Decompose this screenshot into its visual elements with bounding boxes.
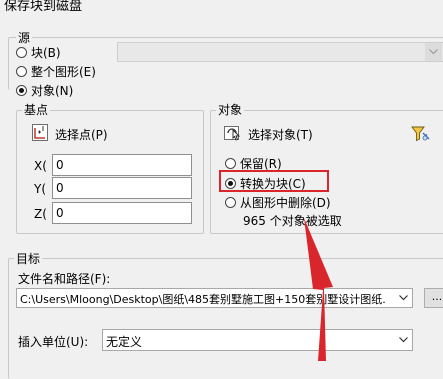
annotation-arrow — [304, 218, 333, 361]
